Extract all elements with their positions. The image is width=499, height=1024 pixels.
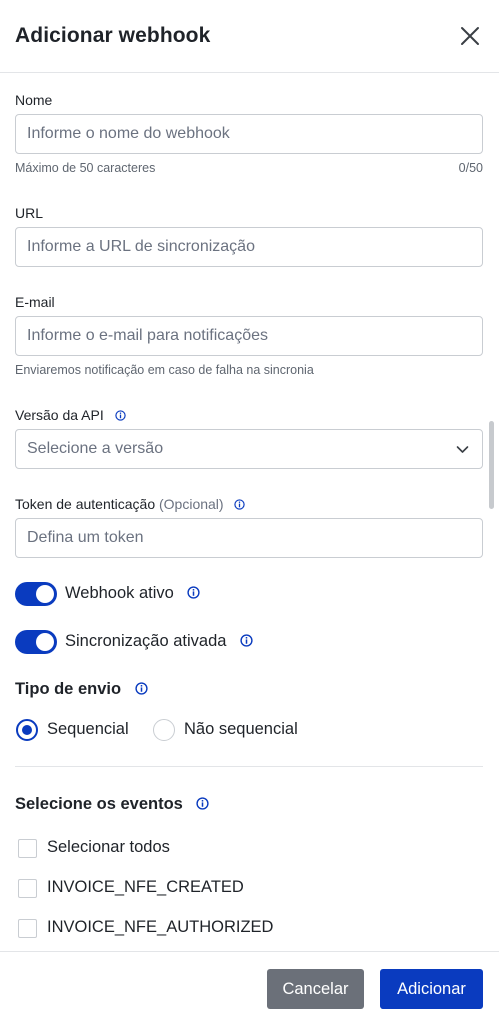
name-input[interactable] <box>15 114 483 154</box>
cancel-button[interactable]: Cancelar <box>267 969 364 1009</box>
events-title: Selecione os eventos <box>15 795 210 814</box>
send-type-title-text: Tipo de envio <box>15 680 122 698</box>
token-optional: (Opcional) <box>159 496 224 512</box>
url-input[interactable] <box>15 227 483 267</box>
toggle-knob <box>36 585 54 603</box>
radio-sequencial[interactable] <box>16 719 38 741</box>
close-icon[interactable] <box>459 25 481 47</box>
webhook-active-toggle[interactable] <box>15 582 57 606</box>
webhook-active-label-text: Webhook ativo <box>65 584 174 602</box>
radio-sequencial-label[interactable]: Sequencial <box>47 720 129 739</box>
checkbox-select-all-label[interactable]: Selecionar todos <box>47 838 170 857</box>
api-version-label: Versão da API <box>15 407 126 423</box>
api-version-placeholder: Selecione a versão <box>27 440 164 457</box>
scrollbar[interactable] <box>489 421 494 509</box>
webhook-active-label: Webhook ativo <box>65 584 201 603</box>
email-help: Enviaremos notificação em caso de falha … <box>15 363 314 377</box>
modal-footer: Cancelar Adicionar <box>0 951 499 1024</box>
sync-enabled-label-text: Sincronização ativada <box>65 632 227 650</box>
add-button[interactable]: Adicionar <box>380 969 483 1009</box>
send-type-title: Tipo de envio <box>15 680 148 699</box>
info-icon[interactable] <box>135 682 148 695</box>
checkbox-event[interactable] <box>18 919 37 938</box>
url-label: URL <box>15 205 44 221</box>
modal-header: Adicionar webhook <box>0 0 499 73</box>
chevron-down-icon <box>456 446 469 453</box>
checkbox-event[interactable] <box>18 879 37 898</box>
info-icon[interactable] <box>114 410 126 421</box>
sync-enabled-toggle[interactable] <box>15 630 57 654</box>
info-icon[interactable] <box>187 586 201 599</box>
radio-nao-sequencial-label[interactable]: Não sequencial <box>184 720 298 739</box>
api-version-select[interactable]: Selecione a versão <box>15 429 483 469</box>
name-help: Máximo de 50 caracteres <box>15 161 156 175</box>
section-divider <box>15 766 483 767</box>
events-title-text: Selecione os eventos <box>15 795 183 813</box>
sync-enabled-label: Sincronização ativada <box>65 632 253 651</box>
toggle-knob <box>36 633 54 651</box>
modal-title: Adicionar webhook <box>15 24 211 47</box>
radio-nao-sequencial[interactable] <box>153 719 175 741</box>
token-label: Token de autenticação (Opcional) <box>15 496 246 512</box>
modal-body[interactable]: Nome Máximo de 50 caracteres 0/50 URL E-… <box>0 73 499 951</box>
token-label-text: Token de autenticação <box>15 496 156 512</box>
checkbox-event-label[interactable]: INVOICE_NFE_AUTHORIZED <box>47 918 273 937</box>
email-label: E-mail <box>15 294 55 310</box>
checkbox-event-label[interactable]: INVOICE_NFE_CREATED <box>47 878 244 897</box>
info-icon[interactable] <box>240 634 253 647</box>
name-counter: 0/50 <box>458 161 483 175</box>
name-label: Nome <box>15 92 53 108</box>
checkbox-select-all[interactable] <box>18 839 37 858</box>
email-input[interactable] <box>15 316 483 356</box>
info-icon[interactable] <box>234 499 246 510</box>
info-icon[interactable] <box>196 797 210 810</box>
api-version-label-text: Versão da API <box>15 407 104 423</box>
token-input[interactable] <box>15 518 483 558</box>
